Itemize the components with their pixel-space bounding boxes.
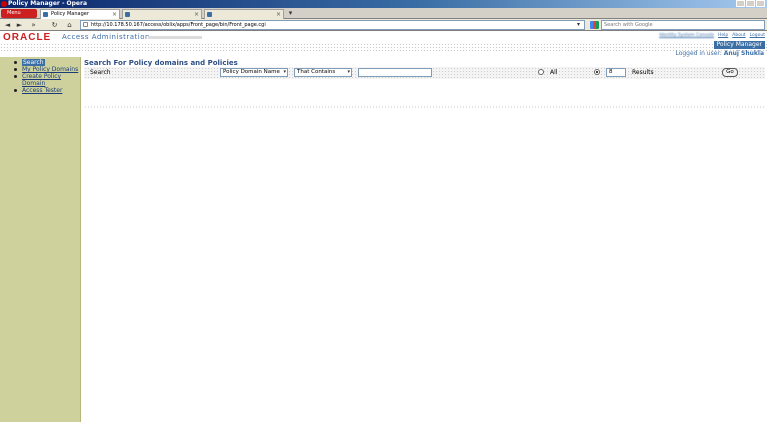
chevron-down-icon: ▾: [347, 69, 350, 75]
radio-all-label: All: [550, 69, 558, 76]
main-content: Search For Policy domains and Policies S…: [82, 57, 767, 422]
tab-label: Policy Manager: [51, 11, 89, 17]
address-dropdown-icon[interactable]: ▾: [577, 21, 580, 28]
go-button[interactable]: Go: [722, 68, 738, 77]
tab-policy-manager[interactable]: Policy Manager ×: [40, 9, 120, 19]
results-count-input[interactable]: 8: [606, 68, 626, 77]
global-links: Identity System Console Help About Logou…: [659, 33, 765, 38]
sidebar-item-label[interactable]: Access Tester: [22, 87, 62, 94]
page-icon: [43, 12, 48, 17]
header-dotted-band: [0, 43, 767, 53]
policy-manager-tab[interactable]: Policy Manager: [713, 41, 765, 49]
page-title: Search For Policy domains and Policies: [84, 59, 238, 67]
sidebar-item-access-tester[interactable]: Access Tester: [0, 87, 80, 94]
search-label: Search: [90, 69, 111, 76]
search-row: Search Policy Domain Name ▾ That Contain…: [84, 67, 765, 79]
logout-link[interactable]: Logout: [750, 33, 765, 38]
logged-in-user: Logged in user: Anuj Shukla: [675, 50, 764, 57]
sidebar-item-my-policy-domains[interactable]: My Policy Domains: [0, 66, 80, 73]
bullet-icon: [14, 75, 17, 78]
tab-menu-icon[interactable]: ▾: [286, 9, 295, 17]
opera-icon: [1, 1, 7, 7]
identity-console-link[interactable]: Identity System Console: [659, 33, 714, 38]
navigation-bar: ◄ ► » ↻ ⌂ http://10.178.50.167/access/ob…: [0, 19, 767, 31]
back-icon[interactable]: ◄: [3, 21, 12, 29]
maximize-button[interactable]: [746, 0, 755, 7]
google-icon[interactable]: [590, 21, 599, 29]
field-select-value: Policy Domain Name: [223, 69, 280, 75]
bullet-icon: [14, 61, 17, 64]
window-controls: [736, 0, 765, 7]
oracle-logo: ORACLE: [3, 32, 52, 43]
radio-all[interactable]: [538, 69, 544, 75]
results-label: Results: [632, 69, 654, 76]
address-field[interactable]: http://10.178.50.167/access/oblix/apps/F…: [80, 20, 585, 30]
app-header: ORACLE Access Administration Identity Sy…: [0, 31, 767, 57]
close-window-button[interactable]: [756, 0, 765, 7]
app-title: Access Administration: [62, 33, 150, 41]
sidebar-item-search[interactable]: Search: [0, 59, 80, 66]
web-search-input[interactable]: Search with Google: [601, 20, 765, 30]
bullet-icon: [14, 89, 17, 92]
fast-forward-icon[interactable]: »: [29, 21, 38, 29]
field-select[interactable]: Policy Domain Name ▾: [220, 68, 288, 77]
close-tab-icon[interactable]: ×: [276, 10, 281, 19]
logged-in-label: Logged in user:: [675, 50, 722, 57]
condition-select[interactable]: That Contains ▾: [294, 68, 352, 77]
sidebar-item-label[interactable]: My Policy Domains: [22, 66, 78, 73]
forward-icon[interactable]: ►: [15, 21, 24, 29]
radio-results[interactable]: [594, 69, 600, 75]
condition-select-value: That Contains: [297, 69, 336, 75]
tab-2[interactable]: ×: [122, 9, 202, 19]
user-name: Anuj Shukla: [723, 50, 764, 57]
page-icon: [207, 12, 212, 17]
close-tab-icon[interactable]: ×: [112, 10, 117, 19]
chevron-down-icon: ▾: [283, 69, 286, 75]
home-icon[interactable]: ⌂: [65, 21, 74, 29]
page-icon: [125, 12, 130, 17]
address-text: http://10.178.50.167/access/oblix/apps/F…: [91, 22, 266, 28]
sidebar: Search My Policy Domains Create Policy D…: [0, 57, 81, 422]
page-info-icon[interactable]: [83, 22, 88, 27]
opera-menu-button[interactable]: Menu: [1, 9, 37, 18]
about-link[interactable]: About: [732, 33, 745, 38]
close-tab-icon[interactable]: ×: [194, 10, 199, 19]
search-value-input[interactable]: [358, 68, 432, 77]
help-link[interactable]: Help: [718, 33, 728, 38]
reload-icon[interactable]: ↻: [50, 21, 59, 29]
minimize-button[interactable]: [736, 0, 745, 7]
title-bar: Policy Manager - Opera: [0, 0, 767, 8]
tab-strip: Menu Policy Manager × × × ▾: [0, 8, 767, 19]
tab-3[interactable]: ×: [204, 9, 284, 19]
bullet-icon: [14, 68, 17, 71]
sidebar-item-label[interactable]: Search: [22, 59, 45, 66]
header-decoration: [148, 36, 202, 39]
sidebar-item-label[interactable]: Create Policy Domain: [22, 73, 61, 87]
dotted-separator: [84, 106, 765, 108]
sidebar-item-create-policy-domain[interactable]: Create Policy Domain: [0, 73, 80, 87]
window-title: Policy Manager - Opera: [8, 0, 87, 7]
